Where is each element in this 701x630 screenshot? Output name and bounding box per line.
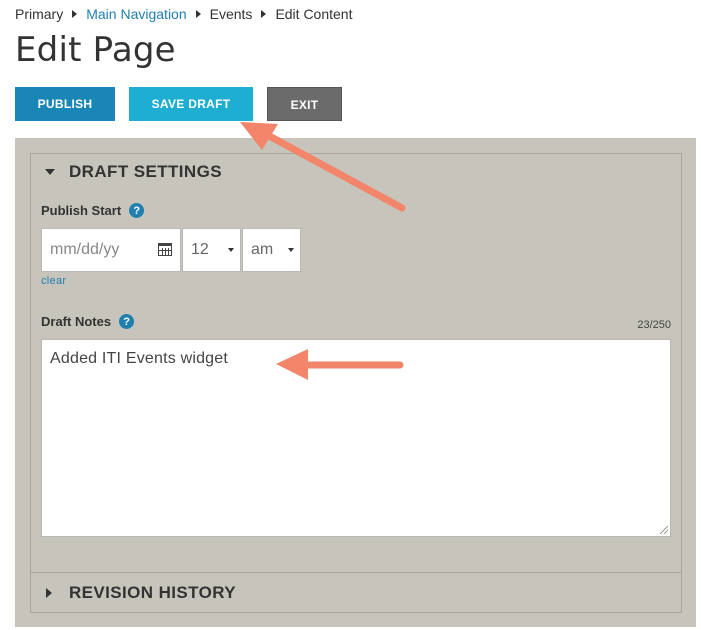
select-caret-icon (228, 248, 234, 252)
save-draft-button[interactable]: SAVE DRAFT (129, 87, 253, 121)
breadcrumb-item-edit-content: Edit Content (275, 6, 353, 22)
help-icon[interactable]: ? (119, 314, 135, 329)
settings-panel-inner: DRAFT SETTINGS Publish Start ? mm/dd/yy … (30, 153, 682, 613)
publish-start-date-input[interactable]: mm/dd/yy (41, 228, 181, 272)
breadcrumb-separator-icon (72, 10, 78, 18)
draft-settings-title: DRAFT SETTINGS (69, 162, 222, 181)
select-caret-icon (288, 248, 294, 252)
draft-notes-label: Draft Notes ? (41, 314, 135, 329)
exit-button[interactable]: EXIT (267, 87, 342, 121)
publish-button[interactable]: PUBLISH (15, 87, 115, 121)
breadcrumb-item-primary[interactable]: Primary (15, 6, 63, 22)
draft-settings-header[interactable]: DRAFT SETTINGS (31, 154, 681, 190)
ampm-value: am (251, 241, 274, 258)
breadcrumb-item-events[interactable]: Events (210, 6, 253, 22)
calendar-icon[interactable] (158, 243, 172, 256)
revision-history-title: REVISION HISTORY (69, 582, 236, 602)
clear-date-link[interactable]: clear (41, 275, 66, 287)
caret-down-icon (45, 169, 55, 175)
settings-panel: DRAFT SETTINGS Publish Start ? mm/dd/yy … (15, 138, 696, 627)
page: Primary Main Navigation Events Edit Cont… (0, 0, 701, 630)
publish-start-hour-select[interactable]: 12 (182, 228, 241, 272)
draft-notes-value: Added ITI Events widget (50, 350, 229, 367)
help-icon[interactable]: ? (129, 203, 145, 218)
page-title: Edit Page (15, 30, 176, 70)
breadcrumb: Primary Main Navigation Events Edit Cont… (15, 6, 353, 22)
caret-right-icon (46, 587, 52, 598)
draft-notes-label-text: Draft Notes (41, 314, 112, 329)
breadcrumb-separator-icon (195, 10, 201, 18)
publish-start-label-text: Publish Start (41, 203, 122, 218)
publish-start-ampm-select[interactable]: am (242, 228, 301, 272)
breadcrumb-separator-icon (261, 10, 267, 18)
date-placeholder: mm/dd/yy (50, 241, 120, 258)
draft-notes-textarea[interactable]: Added ITI Events widget (41, 339, 671, 537)
publish-start-label: Publish Start ? (41, 203, 145, 218)
breadcrumb-item-main-navigation[interactable]: Main Navigation (86, 6, 186, 22)
hour-value: 12 (191, 241, 209, 258)
resize-handle-icon[interactable] (660, 526, 668, 534)
char-count: 23/250 (637, 319, 671, 331)
revision-history-header[interactable]: REVISION HISTORY (31, 572, 681, 612)
